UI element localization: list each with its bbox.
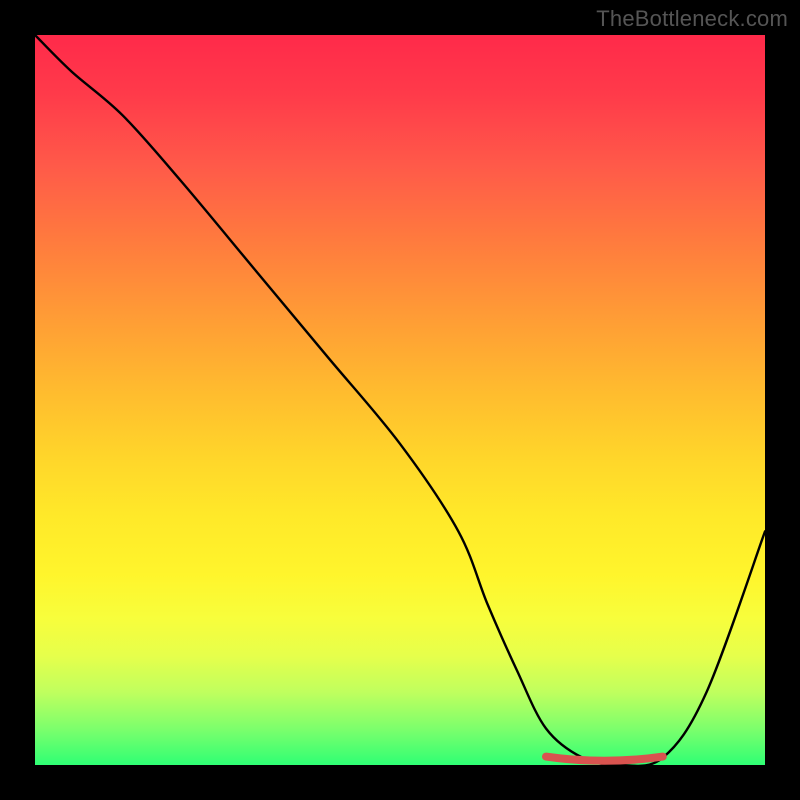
watermark-text: TheBottleneck.com — [596, 6, 788, 32]
optimal-range-highlight — [546, 757, 663, 761]
bottleneck-curve-line — [35, 35, 765, 765]
chart-svg — [35, 35, 765, 765]
chart-frame: TheBottleneck.com — [0, 0, 800, 800]
plot-area — [35, 35, 765, 765]
